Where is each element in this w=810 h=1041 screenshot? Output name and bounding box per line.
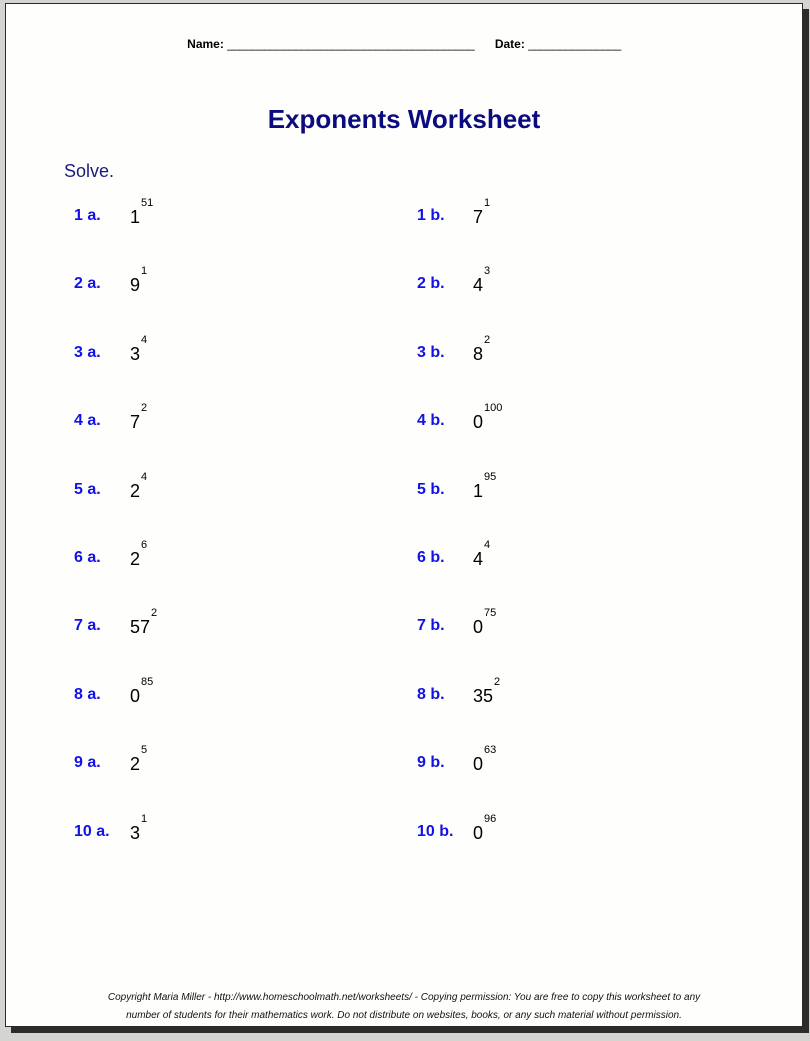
expression-exponent: 1 [141,265,148,278]
problem-number: 7 b. [417,617,445,635]
expression-base: 7 [473,207,484,227]
exponent-expression: 195 [473,471,496,502]
expression-base: 3 [130,343,141,364]
expression-exponent: 2 [141,402,148,415]
expression-exponent: 3 [484,265,491,278]
expression-exponent: 85 [141,675,154,688]
expression-base: 1 [130,207,141,227]
problem-number: 5 b. [417,480,445,498]
exponent-expression: 151 [130,197,153,228]
problem-number: 6 b. [417,549,445,566]
expression-exponent: 2 [494,675,501,688]
exponent-expression: 71 [473,197,490,228]
expression-exponent: 100 [484,402,503,415]
problem-number: 8 a. [74,685,101,703]
date-label: Date: [494,37,525,51]
expression-base: 57 [130,617,151,638]
problem-number: 2 b. [417,275,445,293]
exponent-expression: 82 [473,334,490,365]
expression-exponent: 63 [484,744,497,757]
exponent-expression: 096 [473,813,496,844]
footer-line-2: number of students for their mathematics… [126,1010,682,1021]
expression-base: 9 [130,275,141,296]
expression-exponent: 51 [141,197,154,209]
worksheet-page: Name: __________________________________… [5,3,803,1027]
problem-number: 6 a. [74,549,101,566]
expression-exponent: 96 [484,812,497,825]
exponent-expression: 25 [130,744,147,775]
problem-number: 4 a. [74,412,101,430]
expression-exponent: 4 [484,539,491,551]
expression-base: 1 [473,480,484,501]
expression-exponent: 95 [484,470,497,483]
expression-exponent: 4 [141,333,148,346]
name-date-line: Name: __________________________________… [6,37,802,51]
copyright-footer: Copyright Maria Miller - http://www.home… [6,989,802,1025]
problem-number: 1 a. [74,207,101,224]
expression-exponent: 1 [141,812,148,825]
expression-base: 0 [130,685,141,706]
exponent-expression: 91 [130,265,147,296]
expression-base: 7 [130,412,141,433]
worksheet-title: Exponents Worksheet [267,104,541,134]
exponent-expression: 063 [473,744,496,775]
exponent-expression: 0100 [473,402,502,433]
expression-base: 0 [473,412,484,433]
problem-number: 1 b. [417,207,445,224]
expression-exponent: 2 [484,333,491,346]
exponent-expression: 44 [473,539,490,570]
expression-base: 0 [473,754,484,775]
expression-exponent: 1 [484,197,491,209]
exponent-expression: 352 [473,676,500,707]
expression-base: 0 [473,822,484,843]
problem-number: 3 b. [417,343,445,361]
problem-number: 9 a. [74,754,101,772]
problem-number: 3 a. [74,343,101,361]
name-field: ________________________________________ [227,37,475,51]
expression-base: 2 [130,549,141,569]
problem-number: 10 a. [74,822,110,840]
problem-number: 4 b. [417,412,445,430]
exponent-expression: 085 [130,676,153,707]
expression-exponent: 2 [151,607,158,620]
problem-number: 8 b. [417,685,445,703]
expression-base: 2 [130,480,141,501]
expression-base: 4 [473,549,484,569]
expression-base: 2 [130,754,141,775]
footer-line-1: Copyright Maria Miller - http://www.home… [107,992,701,1003]
expression-exponent: 5 [141,744,148,757]
exponent-expression: 572 [130,607,157,638]
exponent-expression: 72 [130,402,147,433]
exponent-expression: 075 [473,607,496,638]
exponent-expression: 43 [473,265,490,296]
problem-number: 7 a. [74,617,101,635]
expression-base: 8 [473,343,484,364]
expression-base: 4 [473,275,484,296]
exponent-expression: 26 [130,539,147,570]
problem-number: 9 b. [417,754,445,772]
exponent-expression: 34 [130,334,147,365]
exponent-expression: 24 [130,471,147,502]
expression-base: 3 [130,822,141,843]
problem-number: 10 b. [417,822,454,840]
expression-exponent: 75 [484,607,497,620]
expression-exponent: 6 [141,539,148,551]
instructions: Solve. [64,161,115,181]
date-field: _______________ [528,37,621,51]
exponent-expression: 31 [130,813,147,844]
problem-number: 2 a. [74,275,101,293]
expression-base: 35 [473,685,494,706]
problem-number: 5 a. [74,480,101,498]
expression-base: 0 [473,617,484,638]
name-label: Name: [187,37,224,51]
expression-exponent: 4 [141,470,148,483]
